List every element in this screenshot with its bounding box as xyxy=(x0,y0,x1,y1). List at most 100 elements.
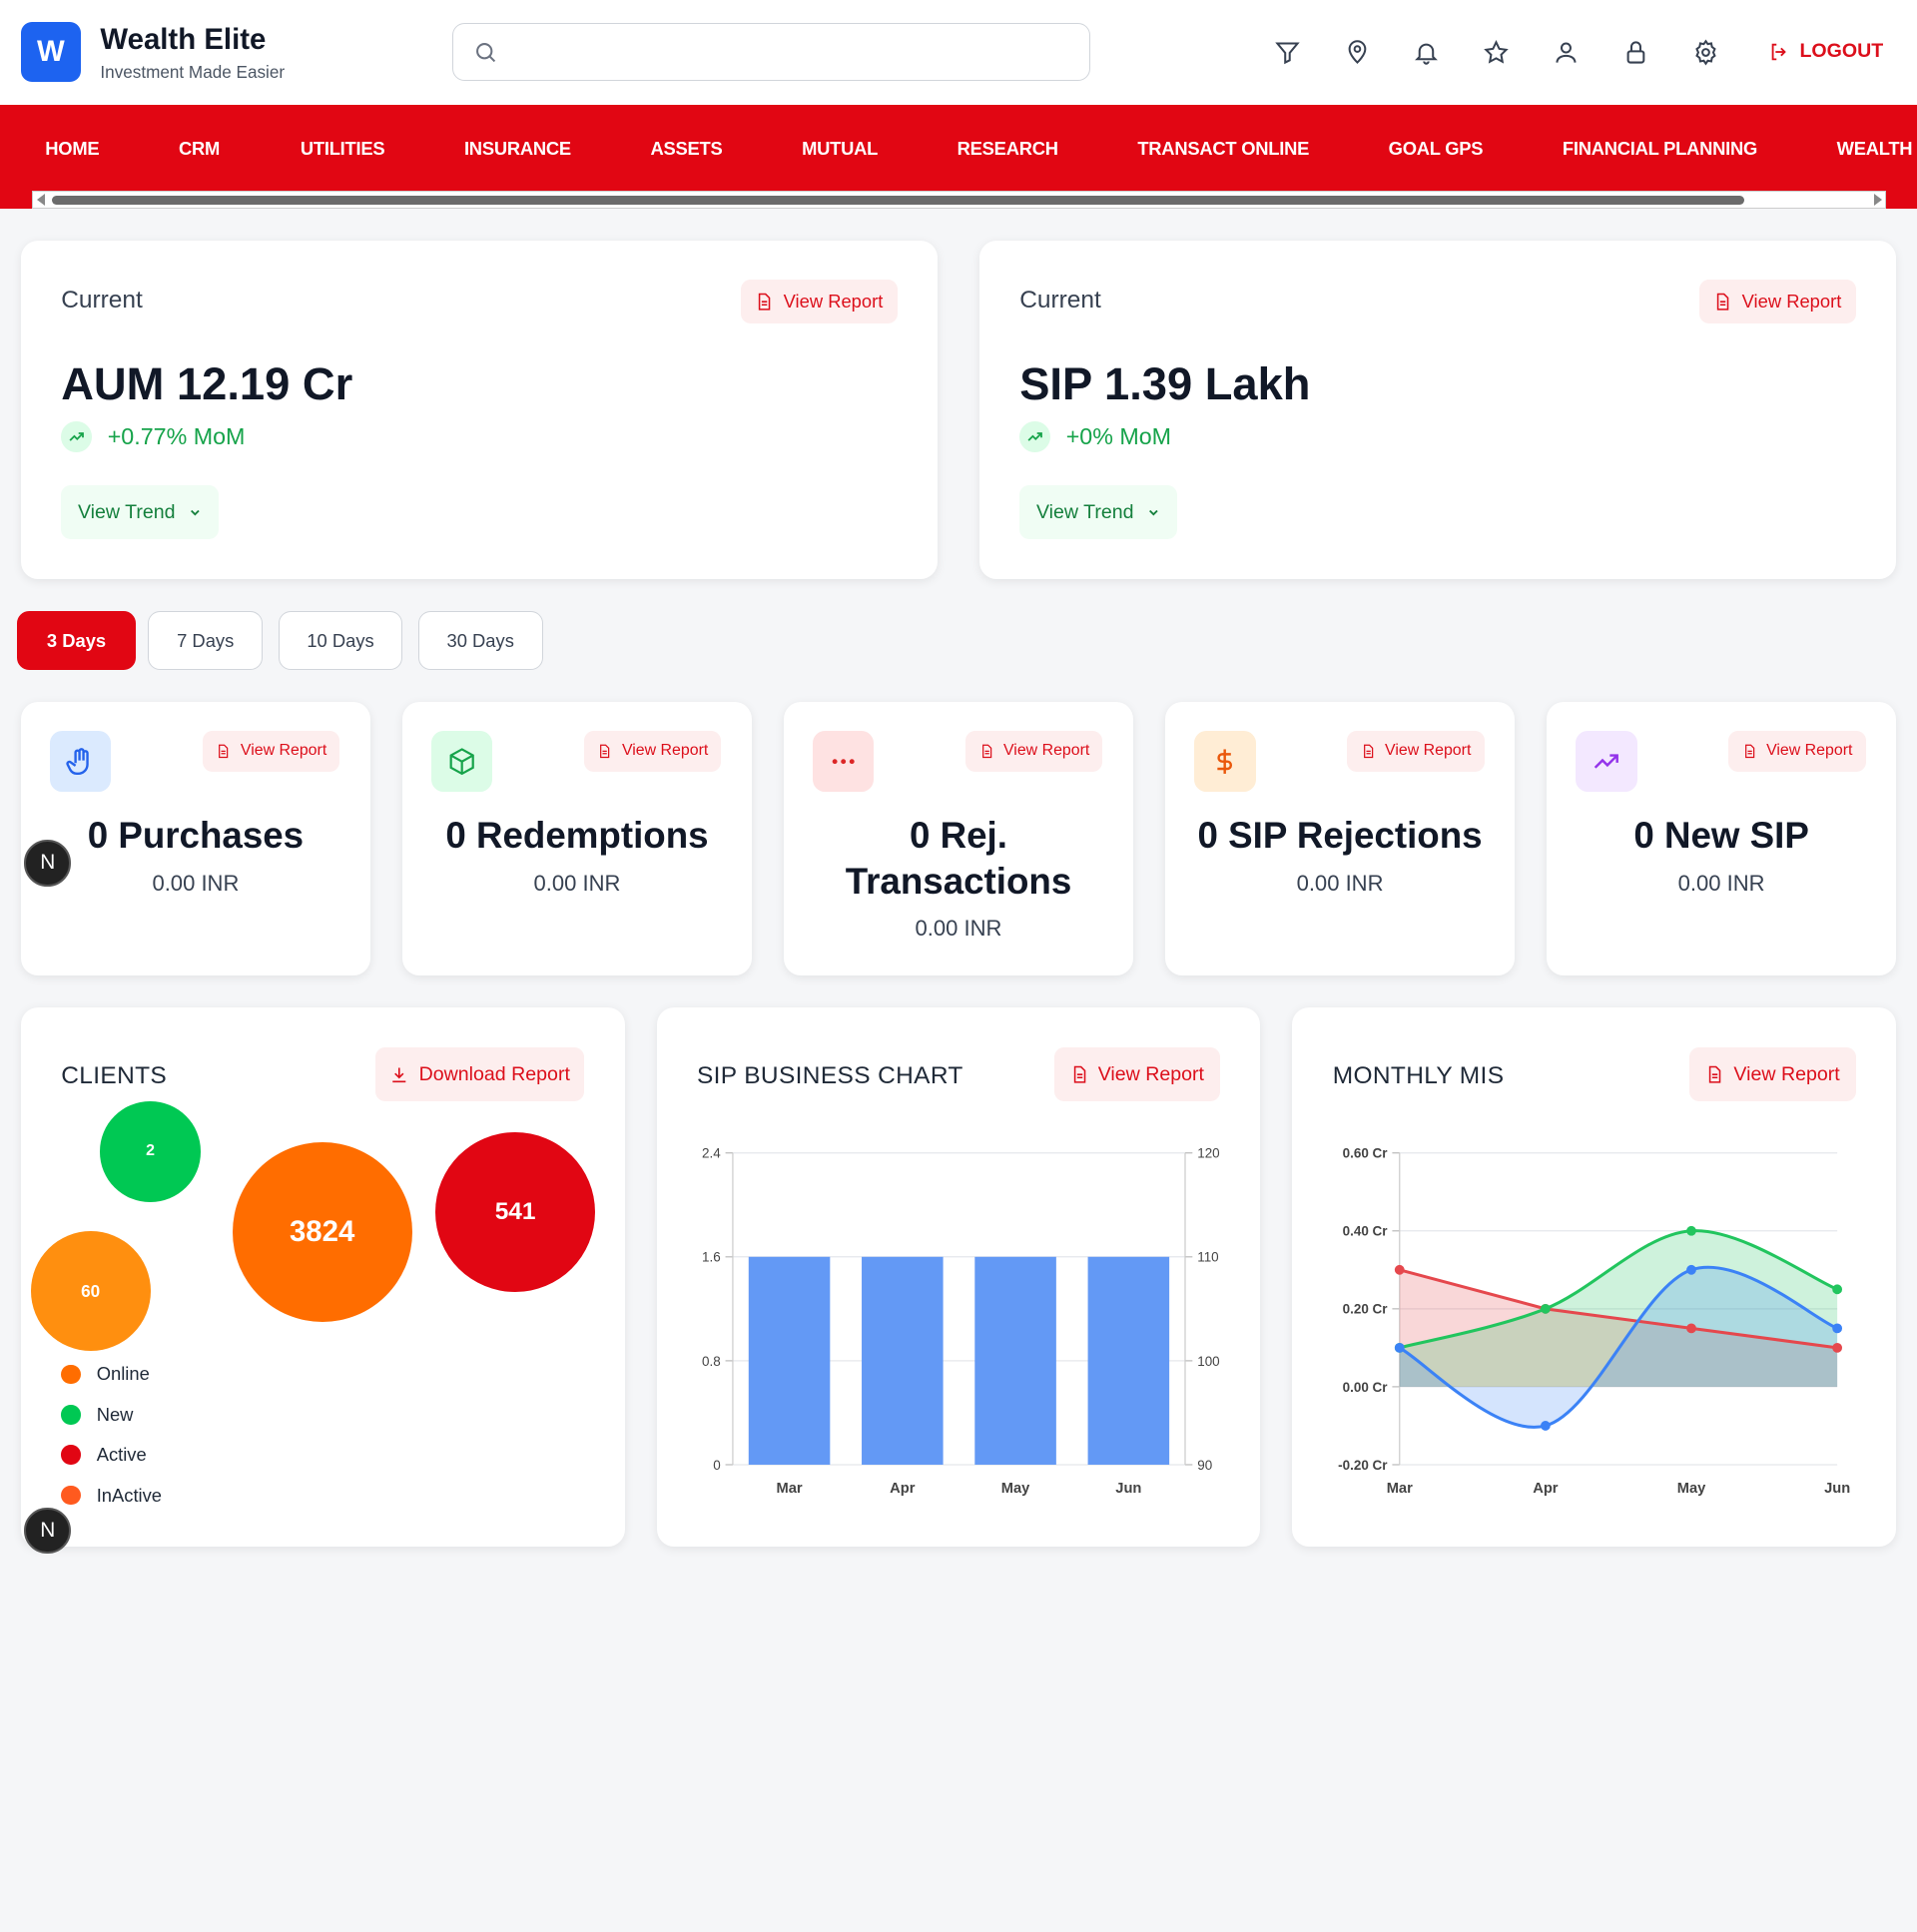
legend-label: New xyxy=(96,1403,134,1425)
blue-series-point xyxy=(1686,1264,1697,1275)
search-input[interactable] xyxy=(452,23,1091,81)
filter-10-days[interactable]: 10 Days xyxy=(279,611,402,671)
bubble-inactive[interactable]: 3824 xyxy=(232,1141,412,1322)
filter-icon[interactable] xyxy=(1271,37,1303,69)
redemptions-card: View Report 0 Redemptions 0.00 INR xyxy=(401,701,753,976)
bar xyxy=(748,1256,830,1465)
green-series-point xyxy=(1832,1284,1843,1295)
redemptions-amount: 0.00 INR xyxy=(533,870,621,896)
aum-value: AUM 12.19 Cr xyxy=(61,357,353,409)
sip-view-trend-button[interactable]: View Trend xyxy=(1019,485,1178,539)
bar xyxy=(1087,1256,1169,1465)
hand-icon xyxy=(50,731,112,793)
download-report-label: Download Report xyxy=(418,1062,570,1085)
box-icon xyxy=(431,731,493,793)
n-badge[interactable]: N xyxy=(24,840,71,887)
bell-icon[interactable] xyxy=(1411,37,1443,69)
lock-icon[interactable] xyxy=(1619,37,1651,69)
rej-transactions-view-report-button[interactable]: View Report xyxy=(965,731,1103,772)
chevron-down-icon xyxy=(190,509,200,516)
bubble-new[interactable]: 2 xyxy=(100,1101,201,1202)
filter-3-days[interactable]: 3 Days xyxy=(17,611,136,671)
n-badge[interactable]: N xyxy=(24,1507,71,1555)
nav-item-transact-online[interactable]: TRANSACT ONLINE xyxy=(1137,138,1309,160)
legend-inactive[interactable]: InActive xyxy=(61,1485,162,1507)
nav-scrollbar[interactable] xyxy=(31,191,1887,210)
logout-icon xyxy=(1771,43,1786,61)
clients-download-report-button[interactable]: Download Report xyxy=(374,1047,585,1102)
view-trend-label: View Trend xyxy=(77,500,176,523)
red-series-point xyxy=(1395,1264,1405,1275)
nav-item-research[interactable]: RESEARCH xyxy=(958,138,1058,160)
view-report-label: View Report xyxy=(1385,742,1472,760)
sip-bar-chart: 0 0.8 1.6 2.4 90 100 110 120 Mar Apr May Jun xyxy=(702,1146,1220,1498)
nav-item-assets[interactable]: ASSETS xyxy=(650,138,722,160)
document-icon xyxy=(1744,744,1754,759)
y-left-tick-label: 2.4 xyxy=(702,1146,721,1161)
scroll-left-arrow[interactable] xyxy=(37,194,45,207)
view-report-label: View Report xyxy=(1002,742,1090,760)
nav-item-mutual[interactable]: MUTUAL xyxy=(802,138,878,160)
legend-active[interactable]: Active xyxy=(61,1444,147,1466)
y-tick-label: -0.20 Cr xyxy=(1338,1458,1388,1473)
nav-item-utilities[interactable]: UTILITIES xyxy=(301,138,385,160)
nav-item-goal-gps[interactable]: GOAL GPS xyxy=(1389,138,1484,160)
nav-item-crm[interactable]: CRM xyxy=(179,138,220,160)
redemptions-view-report-button[interactable]: View Report xyxy=(584,731,722,772)
aum-view-trend-button[interactable]: View Trend xyxy=(61,485,220,539)
nav-item-insurance[interactable]: INSURANCE xyxy=(464,138,571,160)
new-sip-amount: 0.00 INR xyxy=(1677,870,1765,896)
rej-transactions-title: 0 Rej. Transactions xyxy=(845,815,1072,902)
monthly-mis-card: MONTHLY MIS View Report -0.20 Cr 0.00 Cr 0… xyxy=(1292,1006,1897,1547)
purchases-title: 0 Purchases xyxy=(87,815,305,857)
filter-7-days[interactable]: 7 Days xyxy=(148,611,264,671)
new-sip-card: View Report 0 New SIP 0.00 INR xyxy=(1546,701,1897,976)
green-series-point xyxy=(1686,1225,1697,1236)
x-tick-label: Jun xyxy=(1824,1481,1850,1497)
nav-item-wealth-report[interactable]: WEALTH REPORT xyxy=(1837,138,1917,160)
aum-card: Current View Report AUM 12.19 Cr +0.77% … xyxy=(20,241,939,580)
dollar-icon xyxy=(1194,731,1256,793)
settings-icon[interactable] xyxy=(1689,37,1721,69)
bubble-online[interactable]: 60 xyxy=(30,1231,151,1352)
scroll-thumb[interactable] xyxy=(52,195,1745,206)
purchases-view-report-button[interactable]: View Report xyxy=(203,731,340,772)
app-header: W Wealth Elite Investment Made Easier LO… xyxy=(0,0,1917,106)
sip-rejections-amount: 0.00 INR xyxy=(1296,870,1384,896)
app-logo[interactable]: W xyxy=(20,22,81,83)
nav-item-home[interactable]: HOME xyxy=(45,138,99,160)
legend-dot xyxy=(61,1445,81,1465)
redemptions-title: 0 Redemptions xyxy=(445,815,709,857)
purchases-amount: 0.00 INR xyxy=(152,870,240,896)
logout-button[interactable]: LOGOUT xyxy=(1768,40,1883,63)
view-report-label: View Report xyxy=(240,742,327,760)
trending-up-icon xyxy=(1576,731,1637,793)
scroll-right-arrow[interactable] xyxy=(1873,194,1882,207)
trending-up-icon xyxy=(61,421,92,453)
new-sip-view-report-button[interactable]: View Report xyxy=(1728,731,1866,772)
legend-new[interactable]: New xyxy=(61,1404,133,1426)
legend-dot xyxy=(61,1404,81,1425)
nav-item-financial-planning[interactable]: FINANCIAL PLANNING xyxy=(1563,138,1757,160)
sip-rejections-view-report-button[interactable]: View Report xyxy=(1347,731,1485,772)
clients-title: CLIENTS xyxy=(61,1062,168,1090)
red-series-point xyxy=(1686,1323,1697,1334)
user-icon[interactable] xyxy=(1551,37,1583,69)
location-icon[interactable] xyxy=(1341,37,1373,69)
rej-transactions-card: View Report 0 Rej. Transactions 0.00 INR xyxy=(783,701,1134,976)
purchases-card: View Report 0 Purchases 0.00 INR xyxy=(20,701,371,976)
y-tick-label: 0.00 Cr xyxy=(1343,1380,1389,1395)
sip-view-report-button[interactable]: View Report xyxy=(1699,280,1856,324)
star-icon[interactable] xyxy=(1481,37,1513,69)
aum-view-report-button[interactable]: View Report xyxy=(741,280,898,324)
nav-items: HOME CRM UTILITIES INSURANCE ASSETS MUTU… xyxy=(0,138,1917,160)
filter-30-days[interactable]: 30 Days xyxy=(417,611,543,671)
bubble-active[interactable]: 541 xyxy=(434,1131,596,1293)
trending-up-icon xyxy=(1019,421,1050,453)
y-right-tick-label: 90 xyxy=(1197,1458,1212,1473)
y-right-tick-label: 100 xyxy=(1197,1354,1219,1369)
legend-online[interactable]: Online xyxy=(61,1363,150,1385)
y-left-tick-label: 0.8 xyxy=(702,1354,721,1369)
blue-series-point xyxy=(1395,1342,1405,1353)
legend-label: InActive xyxy=(96,1484,163,1506)
